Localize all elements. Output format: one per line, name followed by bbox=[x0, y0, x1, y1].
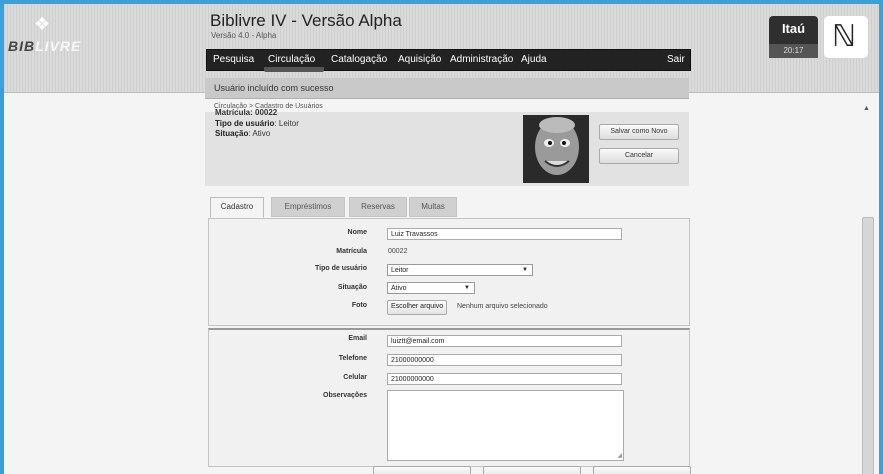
page-scrollbar[interactable]: ▲ bbox=[860, 102, 874, 474]
tab-multas[interactable]: Multas bbox=[409, 197, 457, 217]
choose-file-button[interactable]: Escolher arquivo bbox=[387, 300, 448, 315]
registration-summary: Matrícula: 00022 bbox=[215, 108, 278, 117]
sponsor-logo: Itaú bbox=[769, 16, 818, 44]
status-select[interactable]: Ativo ▼ bbox=[387, 282, 475, 294]
biblivre-logo[interactable]: ❖ BIBLIVRE bbox=[8, 14, 84, 56]
bottom-button-1[interactable] bbox=[373, 466, 471, 474]
bottom-button-2[interactable] bbox=[483, 466, 581, 474]
menu-administracao[interactable]: Administração bbox=[450, 54, 513, 65]
clock: 20:17 bbox=[769, 44, 818, 58]
tab-bar: Cadastro Empréstimos Reservas Multas bbox=[205, 197, 689, 219]
tab-cadastro[interactable]: Cadastro bbox=[210, 197, 264, 218]
tab-reservas[interactable]: Reservas bbox=[349, 197, 407, 217]
app-title: Biblivre IV - Versão Alpha bbox=[210, 11, 402, 30]
bottom-button-3[interactable] bbox=[593, 466, 691, 474]
tab-emprestimos[interactable]: Empréstimos bbox=[271, 197, 345, 217]
menu-aquisicao[interactable]: Aquisição bbox=[398, 54, 441, 65]
email-label: Email bbox=[348, 335, 367, 342]
user-type-select[interactable]: Leitor ▼ bbox=[387, 264, 533, 276]
registration-label: Matrícula bbox=[336, 248, 367, 255]
menu-ajuda[interactable]: Ajuda bbox=[521, 54, 547, 65]
file-status: Nenhum arquivo selecionado bbox=[457, 303, 548, 310]
logo-wordmark: BIBLIVRE bbox=[8, 38, 82, 54]
success-message: Usuário incluído com sucesso bbox=[205, 78, 689, 99]
email-input[interactable]: luiztt@email.com bbox=[387, 335, 622, 347]
user-type-label: Tipo de usuário bbox=[315, 265, 367, 272]
monogram-logo: ℕ bbox=[824, 16, 868, 58]
status-label: Situação bbox=[337, 284, 367, 291]
notes-textarea[interactable]: ◢ bbox=[387, 390, 624, 461]
resize-grip-icon[interactable]: ◢ bbox=[617, 452, 622, 459]
registration-panel: Nome Luiz Travassos Matrícula 00022 Tipo… bbox=[208, 218, 690, 326]
name-input[interactable]: Luiz Travassos bbox=[387, 228, 622, 240]
chevron-down-icon: ▼ bbox=[464, 285, 470, 291]
phone-label: Telefone bbox=[338, 355, 367, 362]
save-as-new-button[interactable]: Salvar como Novo bbox=[599, 124, 679, 140]
app-version: Versão 4.0 - Alpha bbox=[211, 31, 277, 40]
type-summary: Tipo de usuário: Leitor bbox=[215, 119, 299, 128]
user-summary: Matrícula: 00022 Tipo de usuário: Leitor… bbox=[205, 108, 689, 186]
menu-pesquisa[interactable]: Pesquisa bbox=[213, 54, 254, 65]
status-summary: Situação: Ativo bbox=[215, 129, 271, 138]
mobile-input[interactable]: 21000000000 bbox=[387, 373, 622, 385]
active-menu-indicator bbox=[264, 67, 324, 72]
chevron-down-icon: ▼ bbox=[522, 267, 528, 273]
contact-panel: Email luiztt@email.com Telefone 21000000… bbox=[208, 328, 690, 467]
name-label: Nome bbox=[347, 229, 367, 236]
scrollbar-thumb[interactable] bbox=[862, 217, 874, 474]
user-photo bbox=[523, 115, 589, 183]
mobile-label: Celular bbox=[343, 374, 367, 381]
registration-value: 00022 bbox=[388, 248, 408, 255]
notes-label: Observações bbox=[323, 392, 367, 399]
scroll-up-icon[interactable]: ▲ bbox=[863, 105, 870, 112]
book-icon: ❖ bbox=[34, 14, 51, 34]
app-window: ❖ BIBLIVRE Biblivre IV - Versão Alpha Ve… bbox=[4, 4, 879, 474]
photo-label: Foto bbox=[351, 302, 367, 309]
user-form-content: Matrícula: 00022 Tipo de usuário: Leitor… bbox=[205, 108, 691, 474]
menu-circulacao[interactable]: Circulação bbox=[268, 54, 315, 65]
cancel-button[interactable]: Cancelar bbox=[599, 148, 679, 164]
logout-link[interactable]: Sair bbox=[667, 54, 685, 65]
menu-catalogacao[interactable]: Catalogação bbox=[331, 54, 387, 65]
phone-input[interactable]: 21000000000 bbox=[387, 354, 622, 366]
